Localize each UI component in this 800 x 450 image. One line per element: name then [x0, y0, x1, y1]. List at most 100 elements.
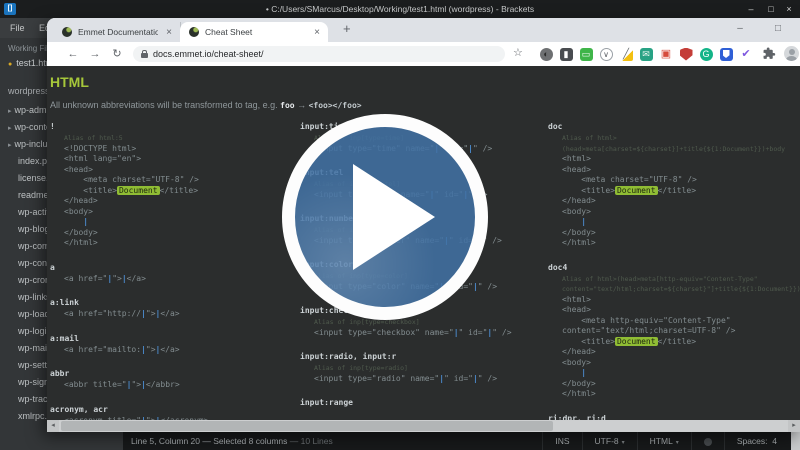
overwrite-indicator[interactable]: INS: [542, 432, 581, 450]
code-line: |: [50, 217, 294, 228]
refresh-button[interactable]: ↻: [109, 46, 125, 62]
url-text: docs.emmet.io/cheat-sheet/: [153, 49, 264, 59]
document-extension-icon[interactable]: ▮: [560, 48, 573, 61]
code-line: <a href="mailto:|">|</a>: [50, 345, 294, 356]
code-line: <head>: [50, 165, 294, 176]
indent-setting[interactable]: Spaces: 4: [724, 432, 789, 450]
cheat-section: a<a href="|">|</a>: [50, 261, 294, 285]
brackets-statusbar: Line 5, Column 20 — Selected 8 columns —…: [123, 432, 800, 450]
brackets-maximize-button[interactable]: □: [762, 1, 780, 17]
abbreviation-title: a:mail: [50, 332, 294, 345]
alias-comment: Alias of html>(head>meta[http-equiv="Con…: [548, 274, 792, 285]
scroll-right-arrow[interactable]: ▸: [788, 420, 800, 432]
code-line: <meta http-equiv="Content-Type": [548, 316, 792, 327]
abbreviation-title: doc: [548, 120, 792, 133]
screen-capture-extension-icon[interactable]: ▣: [660, 48, 673, 61]
code-line: </head>: [50, 196, 294, 207]
code-line: </html>: [50, 238, 294, 249]
caret-placeholder: |: [439, 374, 444, 383]
alias-comment: Alias of html:5: [50, 133, 294, 144]
abbreviation-title: a:link: [50, 296, 294, 309]
abbreviation-title: input:radio, input:r: [300, 350, 544, 363]
brackets-close-button[interactable]: ×: [780, 1, 798, 17]
problems-indicator[interactable]: [691, 432, 724, 450]
page-heading: HTML: [50, 74, 89, 90]
language-selector[interactable]: HTML▾: [637, 432, 691, 450]
scroll-left-arrow[interactable]: ◂: [47, 420, 59, 432]
caret-placeholder: |: [581, 217, 586, 226]
menu-file[interactable]: File: [10, 18, 25, 38]
caret-placeholder: |: [454, 328, 459, 337]
brackets-titlebar: [] • C:/Users/SMarcus/Desktop/Working/te…: [0, 0, 800, 18]
spaces-value: 4: [772, 436, 777, 446]
caret-placeholder: |: [141, 380, 146, 389]
pocket-extension-icon[interactable]: ∨: [600, 48, 613, 61]
code-line: <meta charset="UTF-8" />: [548, 175, 792, 186]
forward-button[interactable]: →: [87, 46, 103, 62]
cheat-section: doc4Alias of html>(head>meta[http-equiv=…: [548, 261, 792, 400]
code-line: <abbr title="|">|</abbr>: [50, 380, 294, 391]
code-line: <!DOCTYPE html>: [50, 144, 294, 155]
tab-emmet-documentation[interactable]: Emmet Documentation ×: [53, 22, 181, 42]
tab-cheat-sheet[interactable]: Cheat Sheet ×: [180, 22, 328, 42]
tab-close-icon[interactable]: ×: [314, 27, 320, 38]
bookmark-star-icon[interactable]: ☆: [513, 46, 523, 59]
caret-placeholder: |: [107, 274, 112, 283]
spaces-label: Spaces:: [737, 436, 768, 446]
back-button[interactable]: ←: [65, 46, 81, 62]
placeholder-badge: Document: [615, 337, 658, 346]
caret-placeholder: |: [141, 309, 146, 318]
brackets-minimize-button[interactable]: –: [742, 1, 760, 17]
grammarly-extension-icon[interactable]: G: [700, 48, 713, 61]
inner-shield-icon: [723, 50, 730, 58]
new-tab-button[interactable]: +: [343, 21, 351, 36]
status-circle-icon: [704, 438, 712, 446]
cheat-section: abbr<abbr title="|">|</abbr>: [50, 367, 294, 391]
address-bar[interactable]: docs.emmet.io/cheat-sheet/: [133, 46, 505, 62]
tab-close-icon[interactable]: ×: [166, 27, 172, 38]
line-count: — 10 Lines: [290, 436, 333, 446]
alias-comment: (head>meta[charset=${charset}]+title{${1…: [548, 144, 792, 155]
abbreviation-title: doc4: [548, 261, 792, 274]
mail-extension-icon[interactable]: ✉: [640, 48, 653, 61]
cheat-section: input:radio, input:rAlias of inp[type=ra…: [300, 350, 544, 384]
code-line: </body>: [548, 228, 792, 239]
code-line: |: [548, 368, 792, 379]
code-line: </body>: [50, 228, 294, 239]
extensions-area: ◐ ▮ ▭ ∨ ╱ ✉ ▣ G ✔: [536, 46, 756, 62]
horizontal-scrollbar[interactable]: ◂ ▸: [47, 420, 800, 432]
chrome-maximize-button[interactable]: □: [767, 18, 789, 40]
code-line: </html>: [548, 389, 792, 400]
profile-avatar[interactable]: [784, 46, 799, 61]
dark-mode-extension-icon[interactable]: ◐: [540, 48, 553, 61]
caret-placeholder: |: [468, 144, 473, 153]
screen: [] • C:/Users/SMarcus/Desktop/Working/te…: [0, 0, 800, 450]
abbreviation-title: abbr: [50, 367, 294, 380]
purple-check-extension-icon[interactable]: ✔: [740, 48, 753, 61]
red-shield-extension-icon[interactable]: [680, 48, 693, 61]
cheatsheet-column-3: docAlias of html>(head>meta[charset=${ch…: [548, 120, 792, 420]
video-play-button[interactable]: [282, 114, 488, 320]
cheat-section: input:range: [300, 396, 544, 409]
cheat-section: a:mail<a href="mailto:|">|</a>: [50, 332, 294, 356]
cheat-section: !Alias of html:5<!DOCTYPE html><html lan…: [50, 120, 294, 249]
chrome-minimize-button[interactable]: –: [729, 18, 751, 40]
extensions-puzzle-icon[interactable]: [763, 47, 776, 65]
color-picker-extension-icon[interactable]: ╱: [620, 48, 633, 61]
folder-arrow-icon: ▸: [8, 125, 12, 132]
caret-placeholder: |: [487, 328, 492, 337]
brackets-window-title: • C:/Users/SMarcus/Desktop/Working/test1…: [0, 4, 800, 14]
code-line: <input type="checkbox" name="|" id="|" /…: [300, 328, 544, 339]
scrollbar-thumb[interactable]: [61, 421, 553, 431]
caret-placeholder: |: [156, 345, 161, 354]
encoding-selector[interactable]: UTF-8▾: [582, 432, 637, 450]
robot-extension-icon[interactable]: ▭: [580, 48, 593, 61]
tab-title: Cheat Sheet: [205, 27, 306, 37]
code-line: </head>: [548, 347, 792, 358]
blue-shield-extension-icon[interactable]: [720, 48, 733, 61]
code-line: <html>: [548, 295, 792, 306]
abbreviation-title: !: [50, 120, 294, 133]
caret-placeholder: |: [473, 282, 478, 291]
code-line: <body>: [50, 207, 294, 218]
code-line: <title>Document</title>: [548, 337, 792, 348]
